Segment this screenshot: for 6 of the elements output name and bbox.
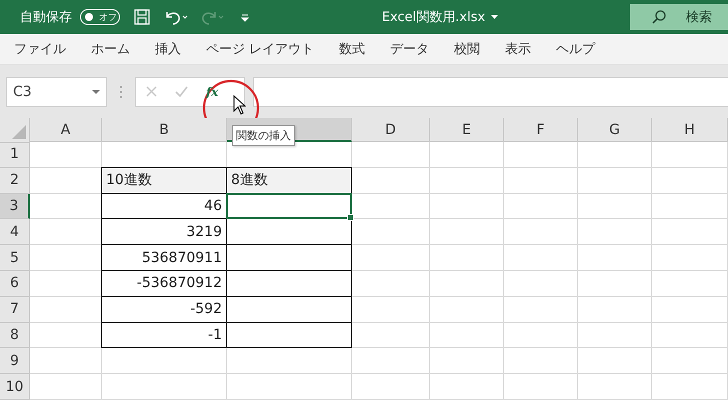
table-cell: 8進数 (226, 166, 352, 194)
table-cell: 10進数 (101, 166, 227, 194)
table-cell: -1 (101, 322, 227, 348)
file-name: Excel関数用.xlsx (382, 9, 486, 26)
autosave-label: 自動保存 (20, 9, 72, 26)
tooltip: 関数の挿入 (232, 125, 295, 146)
